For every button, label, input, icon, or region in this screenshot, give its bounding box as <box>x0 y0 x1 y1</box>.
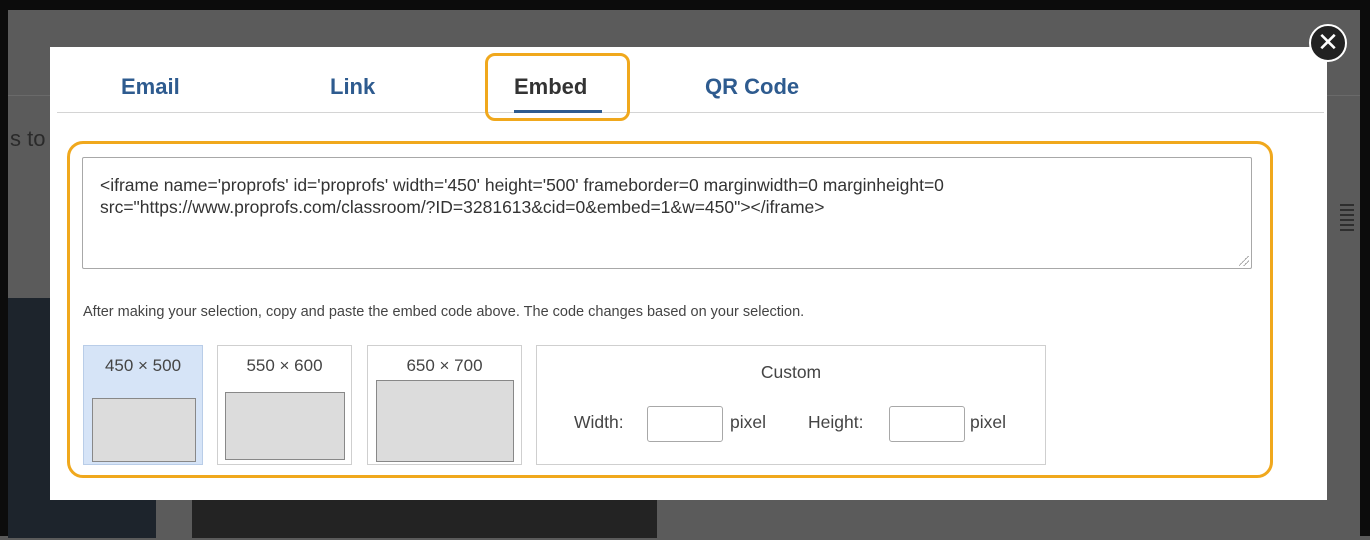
embed-code-text: <iframe name='proprofs' id='proprofs' wi… <box>100 175 949 217</box>
size-option-label: 450 × 500 <box>104 356 182 375</box>
embed-code-textarea[interactable]: <iframe name='proprofs' id='proprofs' wi… <box>82 157 1252 269</box>
close-icon[interactable]: ✕ <box>1309 24 1347 62</box>
width-unit-label: pixel <box>730 412 766 432</box>
background-menu-icon <box>1340 204 1354 234</box>
embed-hint-text: After making your selection, copy and pa… <box>83 304 805 320</box>
custom-title: Custom <box>760 362 822 382</box>
custom-size-panel: Custom Width: pixel Height: pixel <box>536 345 1046 465</box>
size-option-650x700[interactable]: 650 × 700 <box>367 345 522 465</box>
height-unit-label: pixel <box>970 412 1006 432</box>
height-label: Height: <box>808 412 864 432</box>
height-input[interactable] <box>889 406 965 442</box>
size-preview-thumbnail <box>225 392 345 460</box>
tab-embed[interactable]: Embed <box>514 74 587 100</box>
size-preview-thumbnail <box>376 380 514 462</box>
size-preview-thumbnail <box>92 398 196 462</box>
size-option-label: 550 × 600 <box>246 356 323 375</box>
tab-link[interactable]: Link <box>330 74 375 100</box>
width-input[interactable] <box>647 406 723 442</box>
tab-email[interactable]: Email <box>121 74 180 100</box>
background-text: s to <box>10 126 46 151</box>
background-image <box>192 498 657 538</box>
tab-qr-code[interactable]: QR Code <box>705 74 799 100</box>
size-option-550x600[interactable]: 550 × 600 <box>217 345 352 465</box>
size-option-450x500[interactable]: 450 × 500 <box>83 345 203 465</box>
resize-handle-icon[interactable] <box>1239 256 1249 266</box>
size-option-label: 650 × 700 <box>406 356 483 375</box>
width-label: Width: <box>574 412 624 432</box>
share-tabs: Email Link Embed QR Code <box>57 60 1324 113</box>
active-tab-indicator <box>514 110 602 113</box>
